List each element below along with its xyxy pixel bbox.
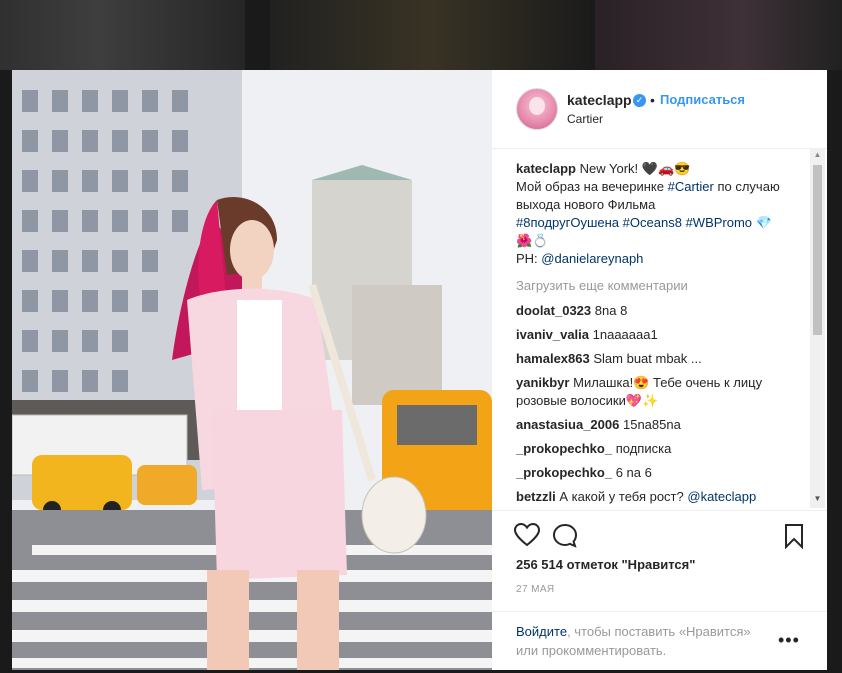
comment-item: anastasiua_2006 15na85na [516, 416, 786, 434]
post-photo[interactable] [12, 70, 492, 670]
comment-text: А какой у тебя рост? [559, 489, 684, 504]
bookmark-icon[interactable] [784, 523, 804, 554]
comment-username[interactable]: anastasiua_2006 [516, 417, 619, 432]
comment-username[interactable]: yanikbyr [516, 375, 569, 390]
hashtag-link[interactable]: #Cartier [668, 179, 714, 194]
post-caption: kateclapp New York! 🖤🚗😎 Мой образ на веч… [516, 160, 786, 268]
scroll-up-arrow-icon[interactable]: ▲ [810, 150, 825, 162]
caption-text: Мой образ на вечеринке [516, 179, 664, 194]
caption-text: New York! 🖤🚗😎 [579, 161, 691, 176]
mention-link[interactable]: @danielareynaph [541, 251, 643, 266]
comment-username[interactable]: _prokopechko_ [516, 465, 612, 480]
comment-item: hamalex863 Slam buat mbak ... [516, 350, 786, 368]
user-avatar[interactable] [516, 88, 558, 130]
post-username[interactable]: kateclapp [567, 92, 632, 108]
caption-username[interactable]: kateclapp [516, 161, 576, 176]
comment-text: Slam buat mbak ... [593, 351, 702, 366]
comment-text: 8na 8 [594, 303, 628, 318]
heart-icon[interactable] [513, 522, 541, 552]
scrollbar-thumb[interactable] [813, 165, 822, 335]
comment-item: _prokopechko_ 6 na 6 [516, 464, 786, 482]
post-header: kateclapp ✓ • Подписаться Cartier [492, 70, 827, 149]
post-actions: 256 514 отметок "Нравится" 27 МАЯ Войдит… [492, 510, 827, 671]
mention-link[interactable]: @kateclapp [687, 489, 756, 504]
comment-username[interactable]: betzzli [516, 489, 556, 504]
post-modal: kateclapp ✓ • Подписаться Cartier katecl… [12, 70, 827, 670]
comment-item: betzzli А какой у тебя рост? @kateclapp [516, 488, 786, 506]
credit-label: PH: [516, 251, 538, 266]
comment-text: 1naaaaaa1 [592, 327, 658, 342]
login-link[interactable]: Войдите [516, 624, 567, 639]
comment-item: yanikbyr Милашка!😍 Тебе очень к лицу роз… [516, 374, 786, 410]
post-side-panel: kateclapp ✓ • Подписаться Cartier katecl… [492, 70, 827, 670]
photo-illustration [12, 70, 492, 670]
comment-username[interactable]: hamalex863 [516, 351, 590, 366]
hashtag-link[interactable]: #8подругОушена [516, 215, 619, 230]
verified-badge-icon: ✓ [633, 94, 646, 107]
scroll-down-arrow-icon[interactable]: ▼ [810, 494, 825, 506]
comment-text: 15na85na [622, 417, 681, 432]
post-location[interactable]: Cartier [567, 112, 603, 126]
comment-username[interactable]: doolat_0323 [516, 303, 591, 318]
comment-icon[interactable] [552, 523, 578, 554]
comment-item: ivaniv_valia 1naaaaaa1 [516, 326, 786, 344]
comment-item: doolat_0323 8na 8 [516, 302, 786, 320]
login-prompt-text: Войдите, чтобы поставить «Нравится» или … [516, 622, 776, 660]
post-date[interactable]: 27 МАЯ [516, 584, 555, 595]
login-prompt: Войдите, чтобы поставить «Нравится» или … [492, 611, 827, 672]
comment-item: _prokopechko_ подписка [516, 440, 786, 458]
comment-username[interactable]: ivaniv_valia [516, 327, 589, 342]
comment-username[interactable]: _prokopechko_ [516, 441, 612, 456]
hashtag-link[interactable]: #Oceans8 [623, 215, 682, 230]
load-more-comments-button[interactable]: Загрузить еще комментарии [516, 278, 688, 293]
follow-button[interactable]: Подписаться [660, 92, 745, 107]
hashtag-link[interactable]: #WBPromo [686, 215, 752, 230]
likes-count[interactable]: 256 514 отметок "Нравится" [516, 557, 695, 572]
comments-section[interactable]: kateclapp New York! 🖤🚗😎 Мой образ на веч… [492, 148, 827, 508]
comment-text: подписка [615, 441, 672, 456]
separator-dot: • [650, 92, 655, 108]
comment-text: 6 na 6 [615, 465, 652, 480]
more-options-icon[interactable]: ••• [778, 630, 800, 651]
